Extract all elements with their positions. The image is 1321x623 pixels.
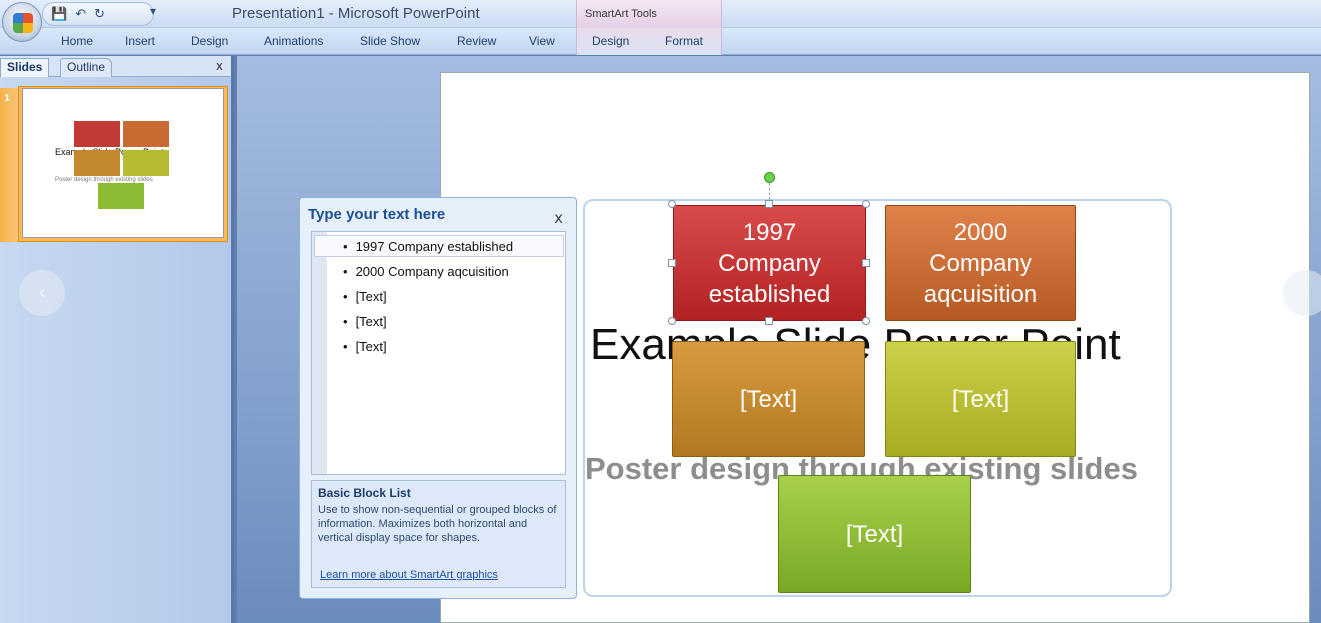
office-logo-icon <box>13 13 33 33</box>
redo-icon[interactable]: ↻ <box>94 7 105 22</box>
smartart-tools-header: SmartArt Tools <box>576 0 722 28</box>
block-2-line-2: Company <box>929 249 1032 277</box>
learn-more-link[interactable]: Learn more about SmartArt graphics <box>320 569 498 581</box>
list-item[interactable]: [Text] <box>343 289 387 304</box>
window-title: Presentation1 - Microsoft PowerPoint <box>232 5 480 22</box>
thumb-block-3 <box>74 150 120 176</box>
layout-description-title: Basic Block List <box>318 486 411 500</box>
thumb-block-1 <box>74 121 120 147</box>
block-2-line-1: 2000 <box>953 218 1008 246</box>
resize-handle-l[interactable] <box>668 259 676 267</box>
thumb-block-2 <box>123 121 169 147</box>
tab-home[interactable]: Home <box>61 34 93 48</box>
rotation-handle[interactable] <box>764 172 775 183</box>
smartart-block-5[interactable]: [Text] <box>778 475 971 593</box>
slide-selection-strip <box>0 88 20 242</box>
tab-review[interactable]: Review <box>457 34 496 48</box>
tab-slide-show[interactable]: Slide Show <box>360 34 420 48</box>
title-bar: 💾 ↶ ↻ ▾ Presentation1 - Microsoft PowerP… <box>0 0 1321 28</box>
resize-handle-bl[interactable] <box>668 317 676 325</box>
smartart-text-pane: Type your text here x 1997 Company estab… <box>299 197 577 599</box>
tab-insert[interactable]: Insert <box>125 34 155 48</box>
tab-view[interactable]: View <box>529 34 555 48</box>
block-1-line-1: 1997 <box>742 218 797 246</box>
ribbon-tabs: Home Insert Design Animations Slide Show… <box>0 28 1321 55</box>
list-item[interactable]: [Text] <box>343 314 387 329</box>
close-icon[interactable]: x <box>216 59 223 73</box>
smartart-block-3[interactable]: [Text] <box>672 341 865 457</box>
resize-handle-br[interactable] <box>862 317 870 325</box>
tab-animations[interactable]: Animations <box>264 34 323 48</box>
smartart-block-2[interactable]: 2000 Company aqcuisition <box>885 205 1076 321</box>
tab-slides[interactable]: Slides <box>0 58 50 77</box>
tab-smartart-design[interactable]: Design <box>592 34 629 48</box>
tab-outline[interactable]: Outline <box>60 58 113 77</box>
pane-tabs: Slides Outline x <box>0 56 231 77</box>
smartart-block-1[interactable]: 1997 Company established <box>673 205 866 321</box>
resize-handle-b[interactable] <box>765 317 773 325</box>
slide-thumbnail[interactable]: Example Slide Power Point Poster design … <box>22 88 224 238</box>
block-1-line-3: established <box>708 280 831 308</box>
layout-description: Basic Block List Use to show non-sequent… <box>311 480 566 588</box>
layout-description-body: Use to show non-sequential or grouped bl… <box>318 504 557 544</box>
text-pane-title: Type your text here <box>308 206 446 223</box>
thumb-block-5 <box>98 183 144 209</box>
save-icon[interactable]: 💾 <box>51 7 67 22</box>
resize-handle-r[interactable] <box>862 259 870 267</box>
resize-handle-tl[interactable] <box>668 200 676 208</box>
text-pane-strip <box>312 232 327 474</box>
list-item[interactable]: 2000 Company aqcuisition <box>343 264 509 279</box>
block-1-line-2: Company <box>718 249 821 277</box>
slide-number: 1 <box>4 94 11 104</box>
previous-arrow-icon[interactable]: ‹ <box>19 270 65 316</box>
office-button[interactable] <box>2 2 42 42</box>
undo-icon[interactable]: ↶ <box>75 7 86 22</box>
smartart-block-4[interactable]: [Text] <box>885 341 1076 457</box>
block-2-line-3: aqcuisition <box>923 280 1038 308</box>
list-item[interactable]: [Text] <box>343 339 387 354</box>
next-arrow-icon[interactable]: › <box>1283 270 1321 316</box>
slides-pane: Slides Outline x 1 Example Slide Power P… <box>0 56 234 623</box>
resize-handle-t[interactable] <box>765 200 773 208</box>
smartart-tools-label: SmartArt Tools <box>585 8 657 20</box>
quick-access-toolbar: 💾 ↶ ↻ <box>42 2 154 26</box>
tab-smartart-format[interactable]: Format <box>665 34 703 48</box>
text-pane-list[interactable]: 1997 Company established 2000 Company aq… <box>311 231 566 475</box>
close-icon[interactable]: x <box>554 209 563 227</box>
list-item[interactable]: 1997 Company established <box>343 239 514 254</box>
thumb-block-4 <box>123 150 169 176</box>
tab-design[interactable]: Design <box>191 34 228 48</box>
customize-icon[interactable]: ▾ <box>150 4 156 18</box>
resize-handle-tr[interactable] <box>862 200 870 208</box>
